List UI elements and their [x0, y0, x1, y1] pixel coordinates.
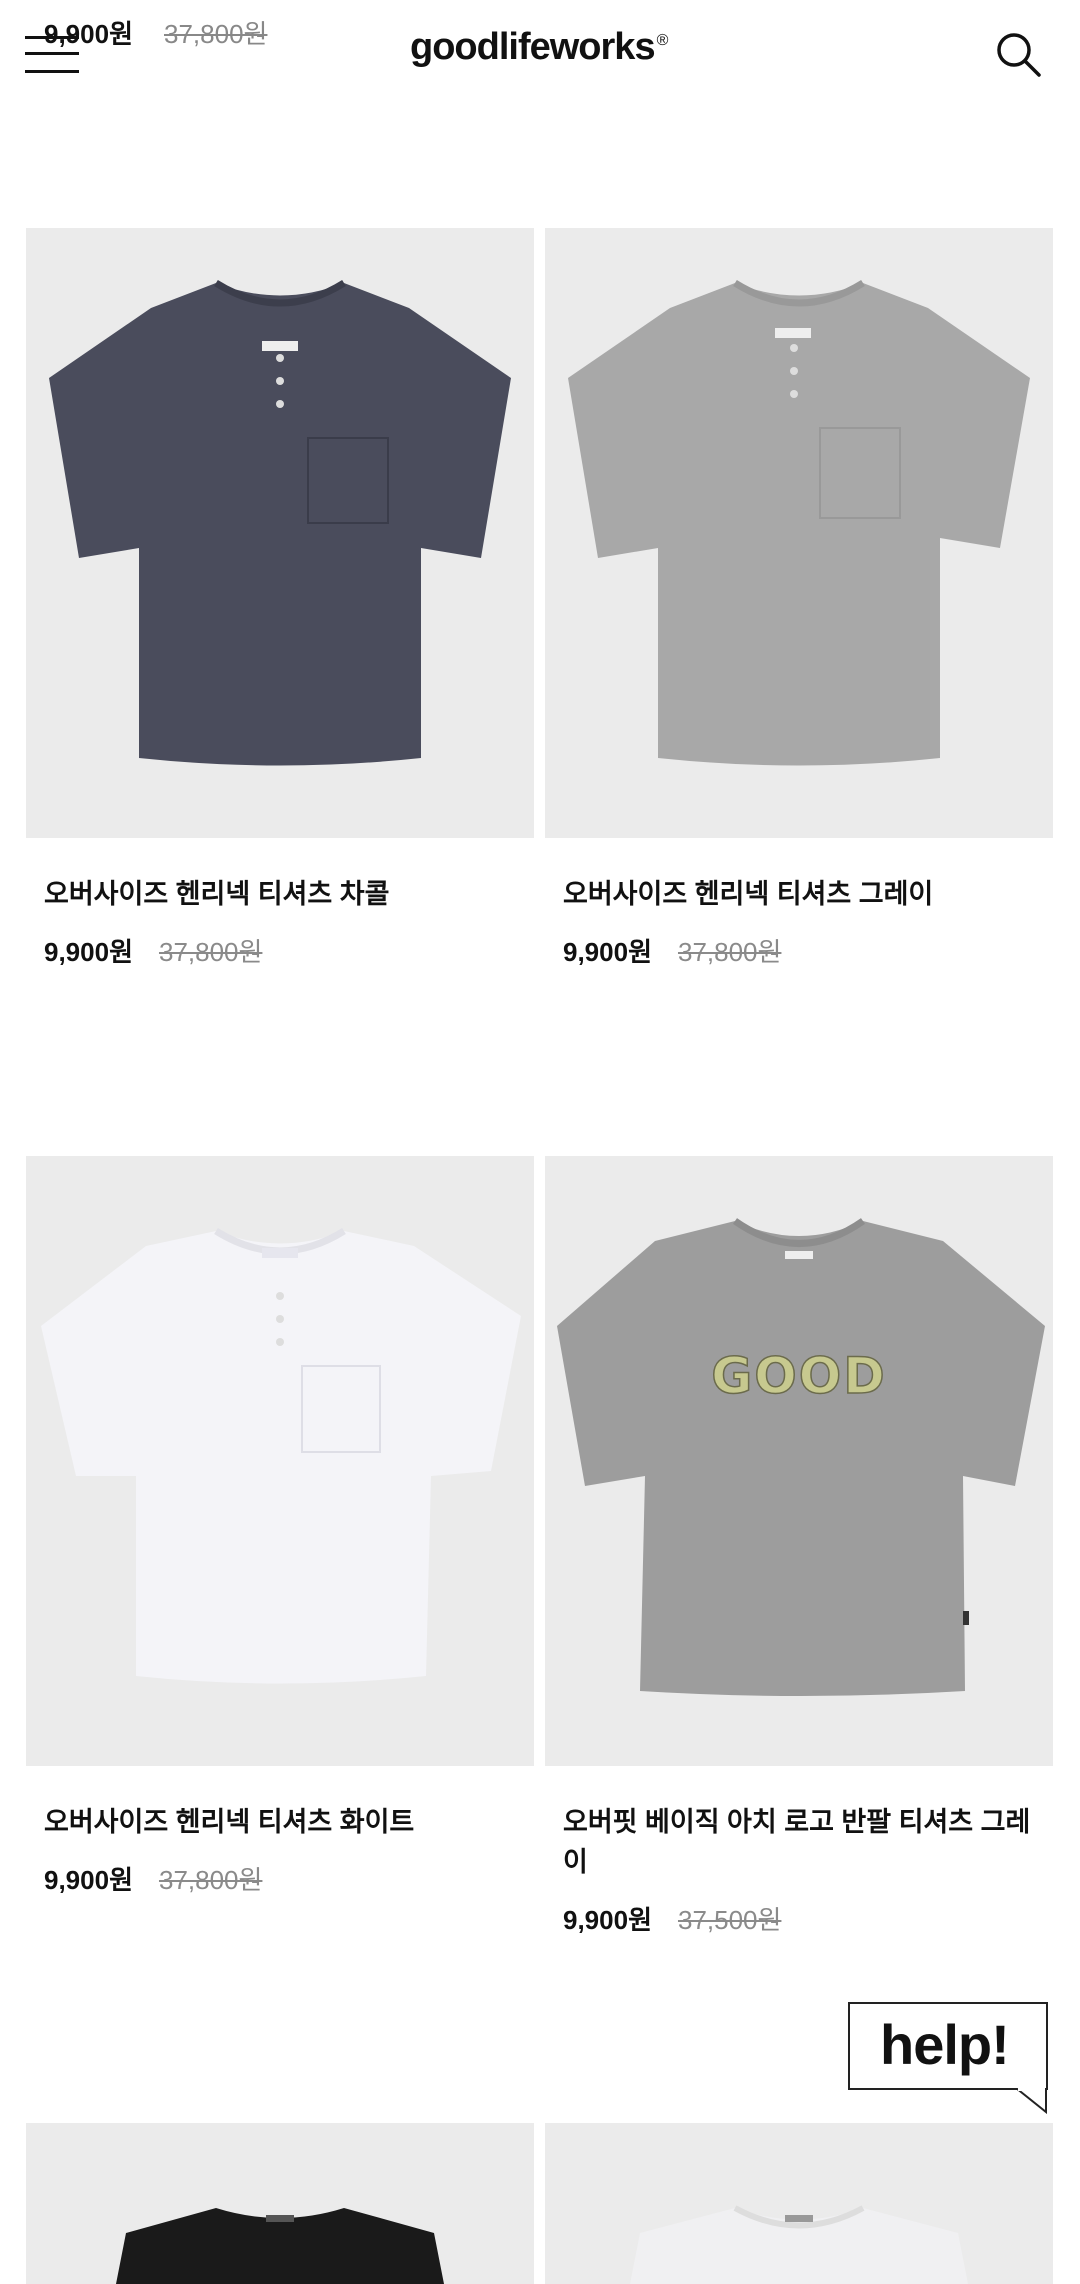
product-prices: 9,900원 37,800원: [44, 1860, 534, 1897]
product-card[interactable]: [26, 2123, 534, 2284]
speech-bubble-tail-icon: [1016, 2088, 1047, 2114]
product-image[interactable]: [545, 228, 1053, 838]
site-logo[interactable]: goodlifeworks ®: [410, 26, 669, 69]
product-original-price: 37,800원: [677, 937, 782, 967]
product-original-price: 37,800원: [158, 937, 263, 967]
product-original-price: 37,800원: [158, 1865, 263, 1895]
site-header: goodlifeworks ®: [0, 0, 1080, 110]
product-image[interactable]: GOOD: [545, 1156, 1053, 1766]
search-icon[interactable]: [994, 30, 1042, 78]
tshirt-image: [568, 280, 1030, 766]
product-name[interactable]: 오버사이즈 헨리넥 티셔츠 차콜: [44, 874, 514, 914]
help-button-label: help!: [880, 2013, 1010, 2076]
product-prices: 9,900원 37,800원: [563, 932, 1053, 969]
product-name[interactable]: 오버핏 베이직 아치 로고 반팔 티셔츠 그레이: [563, 1802, 1033, 1882]
product-image[interactable]: [26, 228, 534, 838]
product-price: 9,900원: [44, 937, 133, 967]
product-card[interactable]: 오버사이즈 헨리넥 티셔츠 차콜 9,900원 37,800원: [26, 228, 534, 969]
help-button[interactable]: help!: [848, 2002, 1048, 2090]
product-price: 9,900원: [563, 1905, 652, 1935]
product-name[interactable]: 오버사이즈 헨리넥 티셔츠 그레이: [563, 874, 1033, 914]
product-prices: 9,900원 37,500원: [563, 1900, 1053, 1937]
tshirt-image: [41, 1228, 521, 1684]
product-card[interactable]: 오버사이즈 헨리넥 티셔츠 화이트 9,900원 37,800원: [26, 1156, 534, 1897]
hamburger-menu-icon[interactable]: [25, 32, 81, 76]
product-image[interactable]: [26, 2123, 534, 2284]
product-name[interactable]: 오버사이즈 헨리넥 티셔츠 화이트: [44, 1802, 514, 1842]
product-card[interactable]: GOOD 오버핏 베이직 아치 로고 반팔 티셔츠 그레이 9,900원 37,…: [545, 1156, 1053, 1937]
product-image[interactable]: [545, 2123, 1053, 2284]
tshirt-image: [116, 2208, 444, 2284]
product-image[interactable]: [26, 1156, 534, 1766]
product-card[interactable]: 오버사이즈 헨리넥 티셔츠 그레이 9,900원 37,800원: [545, 228, 1053, 969]
logo-text: goodlifeworks: [410, 26, 656, 68]
registered-mark: ®: [656, 32, 669, 49]
product-original-price: 37,500원: [677, 1905, 782, 1935]
product-price: 9,900원: [563, 937, 652, 967]
product-card[interactable]: [545, 2123, 1053, 2284]
tshirt-image: [49, 280, 511, 766]
tshirt-image: [630, 2205, 968, 2284]
tshirt-image: GOOD: [557, 1218, 1045, 1696]
product-price: 9,900원: [44, 1865, 133, 1895]
product-prices: 9,900원 37,800원: [44, 932, 534, 969]
good-logo-text: GOOD: [711, 1347, 887, 1405]
